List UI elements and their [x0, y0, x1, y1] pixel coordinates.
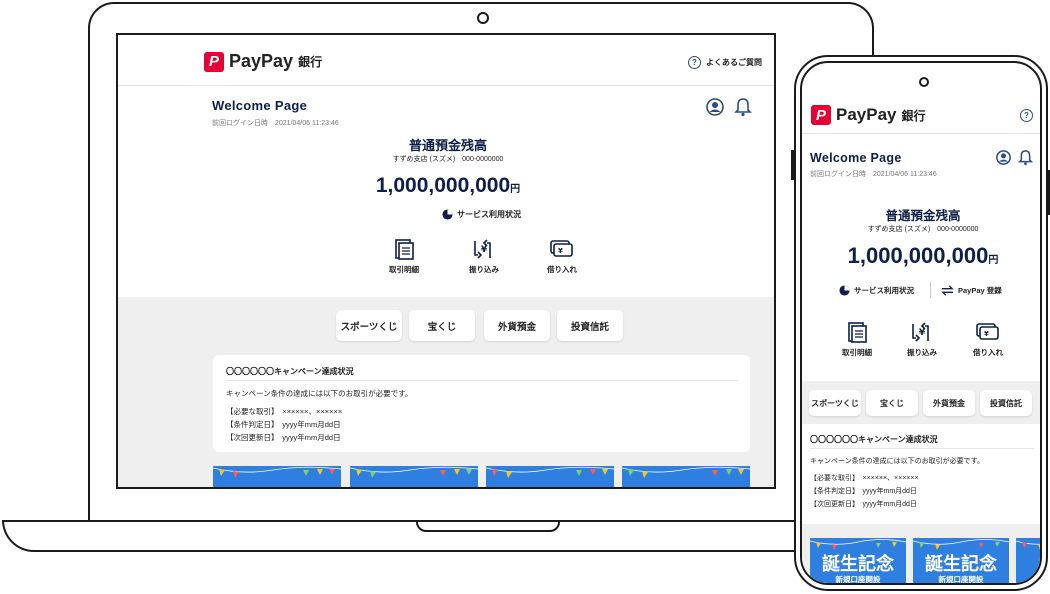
branch-info: すずめ支店 (スズメ) 000-0000000	[867, 226, 979, 233]
account-icon[interactable]	[996, 150, 1011, 165]
statement-icon	[848, 322, 867, 343]
pill-foreign-deposit[interactable]: 外貨預金	[484, 310, 550, 341]
help-icon: ?	[688, 56, 701, 69]
transfer-button[interactable]: ¥ 振り込み	[900, 321, 944, 358]
mobile-screen: P PayPay 銀行 ? Welcome Page 前回ログイン日時 2021…	[800, 61, 1042, 585]
campaign-judge-date: 【条件判定日】 yyyy年mm月dd日	[810, 488, 917, 495]
campaign-next-date: 【次回更新日】 yyyy年mm月dd日	[810, 501, 917, 508]
balance-amount: 1,000,000,000円	[375, 174, 521, 197]
campaign-divider	[810, 448, 1034, 449]
banner-title: 誕生記念	[925, 554, 997, 574]
statement-icon	[395, 239, 414, 260]
balance-title: 普通預金残高	[885, 209, 961, 223]
account-icon[interactable]	[706, 98, 724, 116]
banner-subtitle: 新規口座開設	[835, 575, 881, 584]
page-title: Welcome Page	[810, 151, 902, 165]
pie-chart-icon	[442, 209, 453, 220]
cards-icon: ¥	[976, 323, 999, 340]
banner-4[interactable]	[622, 466, 750, 487]
paypay-logo-icon: P	[204, 51, 224, 72]
desktop-screen: P PayPay 銀行 ? よくあるご質問 Welcome Page 前回ログイ…	[116, 33, 776, 489]
pie-chart-icon	[839, 285, 850, 296]
birthday-banner-1[interactable]: 誕生記念 新規口座開設	[810, 538, 906, 584]
last-login: 前回ログイン日時 2021/04/06 11:23:46	[212, 120, 339, 127]
pill-lottery[interactable]: 宝くじ	[866, 390, 918, 416]
brand-name: PayPay	[836, 105, 897, 124]
campaign-desc: キャンペーン条件の達成には以下のお取引が必要です。	[226, 389, 413, 398]
campaign-required: 【必要な取引】 ××××××、××××××	[810, 475, 919, 482]
banner-title: 誕生記念	[822, 554, 894, 574]
balance-title: 普通預金残高	[408, 138, 487, 153]
bell-icon[interactable]	[734, 97, 752, 117]
swap-arrows-icon	[941, 285, 954, 296]
paypay-logo-icon: P	[811, 105, 831, 125]
link-divider	[930, 282, 931, 298]
header-divider	[118, 85, 774, 86]
brand-name: PayPay	[229, 51, 294, 71]
last-login: 前回ログイン日時 2021/04/06 11:23:46	[810, 171, 937, 178]
balance-amount: 1,000,000,000円	[847, 243, 999, 268]
campaign-required: 【必要な取引】 ××××××、××××××	[226, 407, 343, 416]
campaign-desc: キャンペーン条件の達成には以下のお取引が必要です。	[810, 458, 984, 465]
laptop-notch	[416, 520, 560, 532]
pill-foreign-deposit[interactable]: 外貨預金	[923, 390, 975, 416]
svg-text:¥: ¥	[984, 330, 989, 338]
pill-investment-trust[interactable]: 投資信託	[980, 390, 1032, 416]
birthday-banner-2[interactable]: 誕生記念 新規口座開設	[913, 538, 1009, 584]
transfer-button[interactable]: ¥ 振り込み	[462, 238, 506, 275]
paypay-register-link[interactable]: PayPay 登録	[941, 285, 1002, 296]
campaign-divider	[226, 380, 738, 381]
service-status-link[interactable]: サービス利用状況	[442, 209, 521, 220]
campaign-judge-date: 【条件判定日】 yyyy年mm月dd日	[226, 420, 341, 429]
help-icon[interactable]: ?	[1020, 109, 1033, 122]
campaign-card: 〇〇〇〇〇〇キャンペーン達成状況 キャンペーン条件の達成には以下のお取引が必要で…	[802, 424, 1040, 524]
transactions-button[interactable]: 取引明細	[382, 238, 426, 275]
pill-lottery[interactable]: 宝くじ	[409, 310, 475, 341]
bunting-decoration	[622, 466, 750, 478]
bunting-decoration	[486, 466, 614, 478]
svg-text:¥: ¥	[919, 328, 926, 338]
branch-info: すずめ支店 (スズメ) 000-0000000	[392, 156, 504, 163]
banner-2[interactable]	[350, 466, 478, 487]
banner-3[interactable]	[486, 466, 614, 487]
bell-icon[interactable]	[1018, 149, 1033, 166]
campaign-title: 〇〇〇〇〇〇キャンペーン達成状況	[226, 367, 354, 376]
brand-logo-mobile[interactable]: P PayPay 銀行	[811, 105, 926, 125]
banner-subtitle: 新規口座開設	[938, 575, 984, 584]
laptop-camera	[477, 12, 489, 24]
brand-logo[interactable]: P PayPay 銀行	[204, 51, 322, 72]
brand-sub: 銀行	[901, 108, 926, 123]
campaign-title: 〇〇〇〇〇〇キャンペーン達成状況	[810, 435, 938, 444]
service-status-link[interactable]: サービス利用状況	[839, 285, 914, 296]
pill-sports-lottery[interactable]: スポーツくじ	[809, 390, 861, 416]
faq-link[interactable]: ? よくあるご質問	[688, 56, 762, 69]
bunting-decoration	[350, 466, 478, 478]
phone-camera	[919, 77, 929, 87]
pill-investment-trust[interactable]: 投資信託	[557, 310, 623, 341]
loan-button[interactable]: ¥ 借り入れ	[966, 321, 1010, 358]
brand-sub: 銀行	[298, 55, 323, 69]
header-divider	[802, 133, 1040, 134]
bunting-decoration	[1016, 540, 1040, 550]
transactions-button[interactable]: 取引明細	[835, 321, 879, 358]
birthday-banner-3[interactable]	[1016, 538, 1040, 583]
svg-text:¥: ¥	[558, 247, 563, 255]
bunting-decoration	[213, 466, 341, 478]
pill-sports-lottery[interactable]: スポーツくじ	[336, 310, 402, 341]
campaign-next-date: 【次回更新日】 yyyy年mm月dd日	[226, 433, 341, 442]
transfer-yen-icon: ¥	[474, 239, 491, 259]
faq-label: よくあるご質問	[706, 58, 762, 67]
cards-icon: ¥	[550, 240, 573, 257]
page-title: Welcome Page	[212, 98, 308, 113]
campaign-card: 〇〇〇〇〇〇キャンペーン達成状況 キャンペーン条件の達成には以下のお取引が必要で…	[213, 355, 750, 452]
svg-text:¥: ¥	[481, 245, 488, 255]
loan-button[interactable]: ¥ 借り入れ	[540, 238, 584, 275]
banner-1[interactable]	[213, 466, 341, 487]
phone-side-button	[791, 150, 794, 180]
transfer-yen-icon: ¥	[912, 322, 929, 342]
